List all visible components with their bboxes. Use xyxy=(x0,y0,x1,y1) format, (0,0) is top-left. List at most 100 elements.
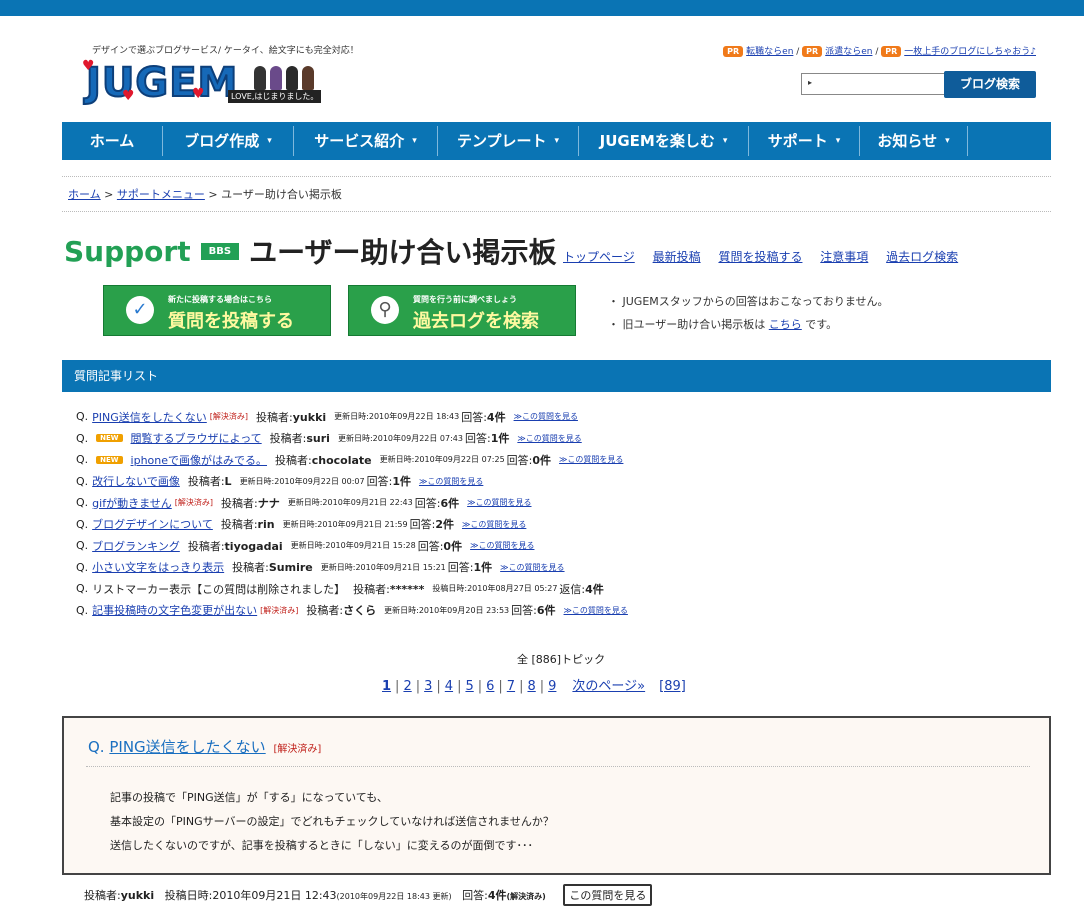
nav-support[interactable]: サポート ▾ xyxy=(749,122,859,160)
list-item: Q. gifが動きません [解決済み] 投稿者:ナナ 更新日時:2010年09月21日 … xyxy=(76,492,628,514)
question-title-link[interactable]: ブログデザインについて xyxy=(92,516,213,532)
page-link-9[interactable]: 9 xyxy=(548,679,556,694)
updated-label: 更新日時: xyxy=(384,605,419,615)
logo-badge: LOVE,はじまりました。 xyxy=(228,90,322,103)
page-link-2[interactable]: 2 xyxy=(403,679,411,694)
page-link-7[interactable]: 7 xyxy=(507,679,515,694)
updated-label: 更新日時: xyxy=(239,476,275,486)
page-link-4[interactable]: 4 xyxy=(445,679,453,694)
question-title-link[interactable]: 小さい文字をはっきり表示 xyxy=(92,559,224,575)
question-title-link[interactable]: 記事投稿時の文字色変更が出ない xyxy=(92,602,257,618)
breadcrumb-sep: > xyxy=(104,188,114,201)
view-question-button[interactable]: この質問を見る xyxy=(563,884,653,906)
question-title-link[interactable]: gifが動きません xyxy=(92,495,172,511)
view-question-link[interactable]: ≫この質問を見る xyxy=(514,411,578,422)
question-author: 投稿者:yukki xyxy=(256,409,326,425)
meta-by-label: 投稿者: xyxy=(84,889,121,902)
updated-value: 2010年09月21日 15:28 xyxy=(325,541,416,551)
question-detail: Q. PING送信をしたくない [解決済み] 記事の投稿で「PING送信」が「す… xyxy=(62,716,1051,875)
meta-author: yukki xyxy=(120,889,155,902)
nav-home[interactable]: ホーム xyxy=(62,122,162,160)
nav-news[interactable]: お知らせ ▾ xyxy=(860,122,967,160)
question-title-link[interactable]: 閲覧するブラウザによって xyxy=(131,430,262,446)
question-title-link[interactable]: iphoneで画像がはみでる。 xyxy=(131,452,267,468)
updated-value: 2010年09月21日 21:59 xyxy=(317,519,408,529)
resolved-badge: [解決済み] xyxy=(174,498,213,508)
updated-label: 更新日時: xyxy=(337,433,373,443)
nav-blog-create[interactable]: ブログ作成 ▾ xyxy=(163,122,293,160)
question-prefix: Q. xyxy=(76,474,89,488)
question-answers: 回答:1件 xyxy=(448,559,492,575)
link-notes[interactable]: 注意事項 xyxy=(820,250,868,264)
view-question-link[interactable]: ≫この質問を見る xyxy=(470,540,534,551)
page-separator: | xyxy=(415,679,421,694)
detail-title-link[interactable]: PING送信をしたくない xyxy=(109,738,265,756)
detail-body-line: 送信したくないのですが、記事を投稿するときに「しない」に変えるのが面倒です･･･ xyxy=(110,839,533,852)
old-board-link[interactable]: こちら xyxy=(769,318,802,331)
answers-label: 回答: xyxy=(464,432,491,446)
jugem-logo[interactable]: JUGEM ♥ ♥ ♥ LOVE,はじまりました。 xyxy=(82,58,332,107)
question-updated: 更新日時:2010年09月22日 18:43 xyxy=(334,411,459,422)
nav-enjoy[interactable]: JUGEMを楽しむ ▾ xyxy=(579,122,748,160)
breadcrumb-support[interactable]: サポートメニュー xyxy=(117,188,205,201)
chevron-down-icon: ▾ xyxy=(412,136,417,146)
view-question-link[interactable]: ≫この質問を見る xyxy=(500,562,564,573)
question-updated: 更新日時:2010年09月22日 07:43 xyxy=(338,433,463,444)
blog-search-button[interactable]: ブログ検索 xyxy=(944,71,1036,98)
question-author: 投稿者:Sumire xyxy=(232,559,313,575)
answers-label: 回答: xyxy=(461,410,487,424)
view-question-link[interactable]: ≫この質問を見る xyxy=(517,433,581,444)
question-author: 投稿者:rin xyxy=(221,516,275,532)
next-page-link[interactable]: 次のページ» xyxy=(572,679,645,694)
link-latest[interactable]: 最新投稿 xyxy=(653,250,701,264)
answers-label: 回答: xyxy=(417,539,444,553)
view-question-link[interactable]: ≫この質問を見る xyxy=(559,454,623,465)
question-prefix: Q. xyxy=(76,560,89,574)
title-links: トップページ 最新投稿 質問を投稿する 注意事項 過去ログ検索 xyxy=(563,248,972,265)
question-list-header: 質問記事リスト xyxy=(62,360,1051,392)
post-question-button[interactable]: ✓ 新たに投稿する場合はこちら 質問を投稿する xyxy=(103,285,331,336)
question-title-link[interactable]: PING送信をしたくない xyxy=(92,409,207,425)
page-separator: | xyxy=(457,679,462,694)
resolved-badge: [解決済み] xyxy=(209,412,249,422)
blog-search-input[interactable]: ▸ xyxy=(801,73,945,95)
updated-value: 2010年08月27日 05:27 xyxy=(467,584,558,594)
chevron-down-icon: ▾ xyxy=(835,136,841,146)
view-question-link[interactable]: ≫この質問を見る xyxy=(467,497,531,508)
author-name: chocolate xyxy=(311,453,372,467)
nav-enjoy-label: JUGEMを楽しむ xyxy=(599,132,715,150)
last-page-link[interactable]: [89] xyxy=(659,679,686,694)
page-link-1[interactable]: 1 xyxy=(382,679,391,694)
breadcrumb-home[interactable]: ホーム xyxy=(68,188,101,201)
pr-link-blog[interactable]: 一枚上手のブログにしちゃおう♪ xyxy=(904,47,1036,57)
author-name: rin xyxy=(257,518,275,532)
question-title-link[interactable]: 改行しないで画像 xyxy=(92,473,180,489)
nav-template[interactable]: テンプレート ▾ xyxy=(438,122,578,160)
page-link-3[interactable]: 3 xyxy=(424,679,432,694)
updated-value: 2010年09月22日 18:43 xyxy=(368,412,460,422)
question-prefix: Q. xyxy=(76,603,89,617)
note-old-board-pre: ・ 旧ユーザー助け合い掲示板は xyxy=(608,318,769,331)
page-link-5[interactable]: 5 xyxy=(465,679,473,694)
detail-meta: 投稿者:yukki 投稿日時:2010年09月21日 12:43(2010年09… xyxy=(84,884,653,906)
question-title-link[interactable]: ブログランキング xyxy=(92,538,180,554)
view-question-link[interactable]: ≫この質問を見る xyxy=(462,519,526,530)
page-link-8[interactable]: 8 xyxy=(527,679,535,694)
updated-label: 更新日時: xyxy=(379,455,415,465)
top-bar xyxy=(0,0,1084,16)
nav-home-label: ホーム xyxy=(89,132,135,150)
view-question-link[interactable]: ≫この質問を見る xyxy=(419,476,483,487)
pr-link-haken[interactable]: 派遣ならen xyxy=(825,47,872,57)
author-label: 投稿者: xyxy=(353,582,390,596)
nav-service[interactable]: サービス紹介 ▾ xyxy=(294,122,437,160)
updated-value: 2010年09月20日 23:53 xyxy=(418,605,510,615)
pr-link-tenshoku[interactable]: 転職ならen xyxy=(746,47,793,57)
link-post-question[interactable]: 質問を投稿する xyxy=(718,250,802,264)
page-link-6[interactable]: 6 xyxy=(486,679,494,694)
answers-label: 回答: xyxy=(414,496,441,510)
link-archive-search[interactable]: 過去ログ検索 xyxy=(886,250,958,264)
search-button-label: 過去ログを検索 xyxy=(413,311,539,332)
link-top-page[interactable]: トップページ xyxy=(563,250,635,264)
view-question-link[interactable]: ≫この質問を見る xyxy=(564,605,628,616)
search-archive-button[interactable]: ⚲ 質問を行う前に調べましょう 過去ログを検索 xyxy=(348,285,576,336)
